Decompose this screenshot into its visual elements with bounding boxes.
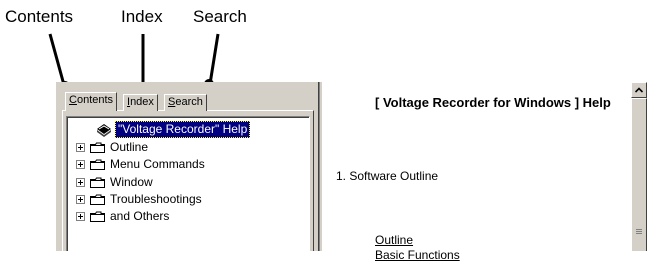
folder-icon <box>90 142 105 153</box>
tree-item-label: Troubleshootings <box>110 192 202 206</box>
expand-icon[interactable] <box>76 178 85 187</box>
folder-icon <box>90 159 105 170</box>
tab-search[interactable]: Search <box>164 94 207 111</box>
arrow-up-icon <box>634 87 644 93</box>
tree-root-label: "Voltage Recorder" Help <box>115 121 251 138</box>
scroll-up-button[interactable] <box>631 82 647 98</box>
tree-item-label: Outline <box>110 140 149 154</box>
contents-tree[interactable]: "Voltage Recorder" Help Outline Menu Com… <box>66 116 310 251</box>
tree-item-label: Menu Commands <box>110 157 205 171</box>
folder-icon <box>90 194 105 205</box>
expand-icon[interactable] <box>76 212 85 221</box>
callout-line-contents <box>48 33 66 86</box>
expand-icon[interactable] <box>76 195 85 204</box>
topic-title: [ Voltage Recorder for Windows ] Help <box>375 95 611 110</box>
vertical-scrollbar[interactable] <box>631 82 647 251</box>
tab-index[interactable]: Index <box>123 94 158 111</box>
callout-line-search <box>208 33 220 85</box>
folder-icon <box>90 177 105 188</box>
tree-item-label: and Others <box>110 209 170 223</box>
thumb-grip <box>636 231 642 232</box>
expand-icon[interactable] <box>76 160 85 169</box>
help-window: Contents Index Search "Voltage Recorder"… <box>56 82 647 262</box>
tab-contents[interactable]: Contents <box>65 92 118 111</box>
thumb-grip <box>636 233 642 234</box>
expand-icon[interactable] <box>76 143 85 152</box>
book-icon <box>97 124 111 137</box>
navigation-pane: Contents Index Search "Voltage Recorder"… <box>56 82 318 251</box>
tree-item-label: Window <box>110 175 153 189</box>
folder-icon <box>90 211 105 222</box>
topic-pane: [ Voltage Recorder for Windows ] Help 1.… <box>322 82 631 262</box>
scroll-thumb[interactable] <box>631 98 647 251</box>
section-heading: 1. Software Outline <box>336 169 439 183</box>
thumb-grip <box>636 229 642 230</box>
link-outline[interactable]: Outline <box>375 233 413 247</box>
link-basic-functions[interactable]: Basic Functions <box>375 248 460 262</box>
